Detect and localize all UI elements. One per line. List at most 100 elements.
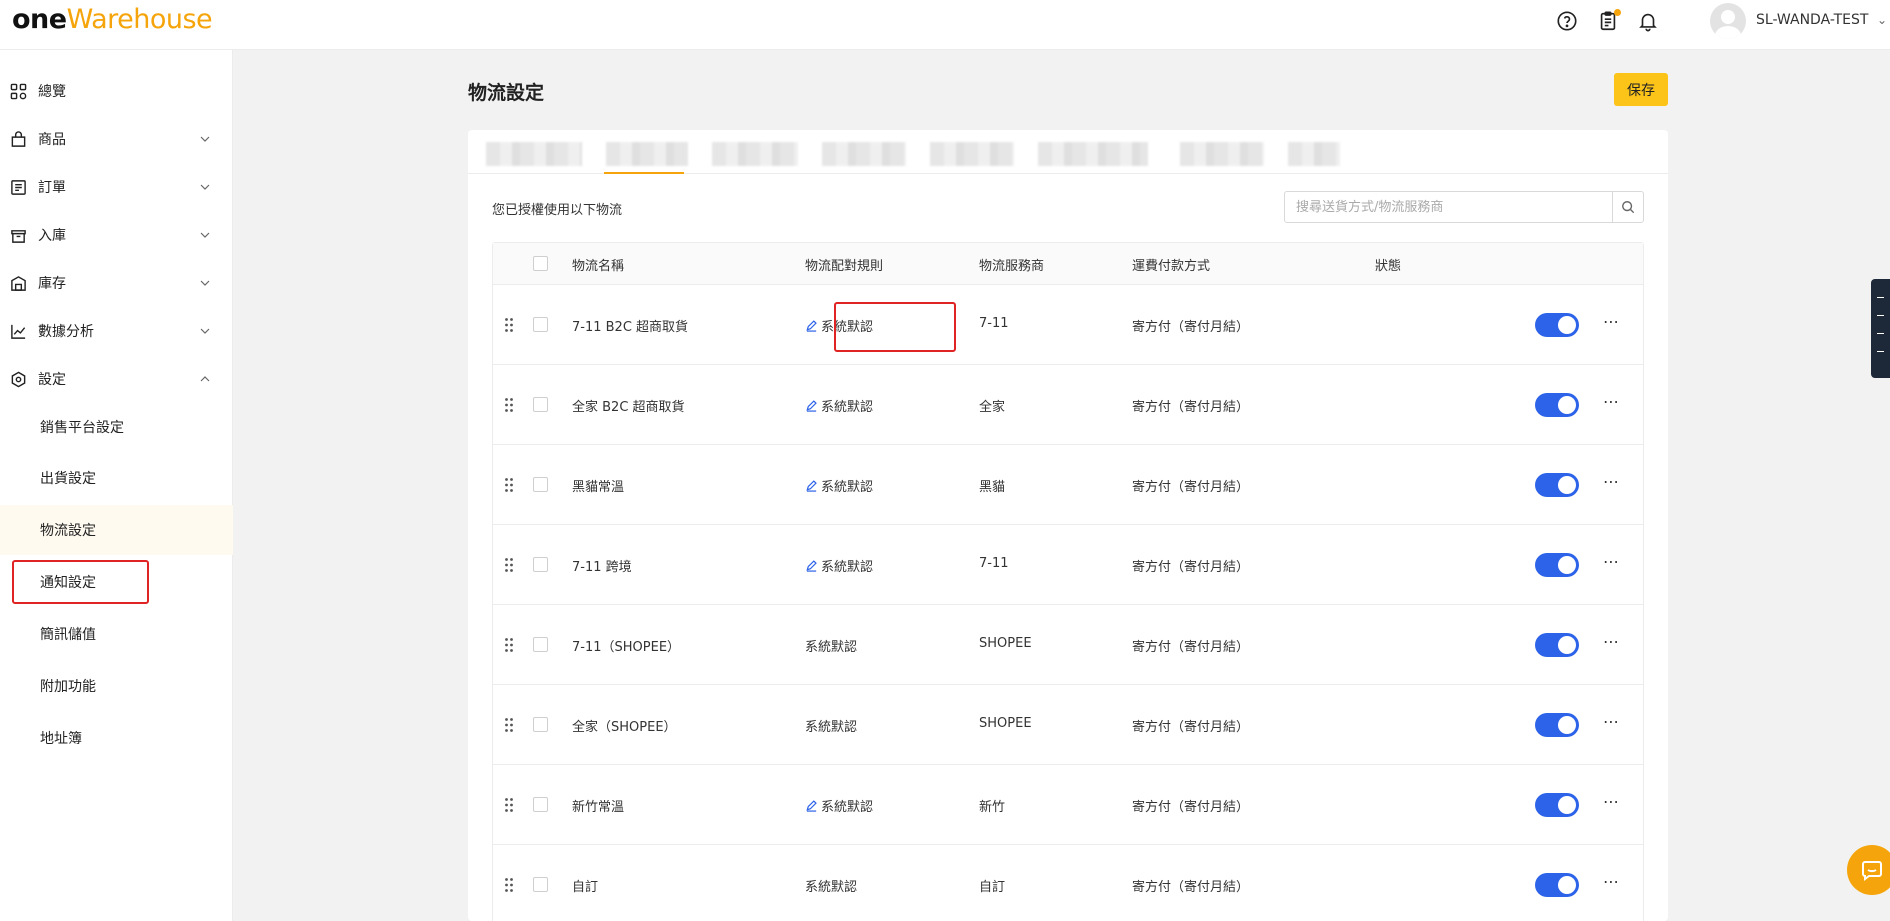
- logo-warehouse: Warehouse: [66, 4, 213, 35]
- sidebar-subitem-shipping[interactable]: 出貨設定: [0, 453, 233, 503]
- cell-rule[interactable]: 系統默認: [805, 396, 873, 415]
- sidebar-item-label: 數據分析: [38, 324, 94, 340]
- tab-blurred[interactable]: [930, 142, 1014, 166]
- edit-icon[interactable]: [805, 479, 818, 492]
- sidebar-subitem-label: 地址簿: [40, 731, 82, 747]
- cell-name: 黑貓常溫: [572, 480, 625, 495]
- cell-rule[interactable]: 系統默認: [805, 476, 873, 495]
- row-checkbox[interactable]: [533, 877, 548, 892]
- sidebar-item-product[interactable]: 商品: [0, 115, 233, 163]
- table-row: 7-11 跨境 系統默認 7-11 寄方付（寄付月結） ⋯: [493, 525, 1643, 605]
- status-toggle[interactable]: [1535, 393, 1579, 417]
- logo-one: one: [12, 4, 67, 35]
- drag-handle-icon[interactable]: [504, 557, 514, 573]
- edit-icon[interactable]: [805, 559, 818, 572]
- search-input[interactable]: [1285, 192, 1612, 222]
- more-icon[interactable]: ⋯: [1603, 392, 1619, 412]
- cell-rule[interactable]: 系統默認: [805, 796, 873, 815]
- row-checkbox[interactable]: [533, 637, 548, 652]
- more-icon[interactable]: ⋯: [1603, 872, 1619, 892]
- status-toggle[interactable]: [1535, 713, 1579, 737]
- row-checkbox[interactable]: [533, 317, 548, 332]
- search-box: [1284, 191, 1644, 223]
- highlight-box: [12, 560, 149, 604]
- row-checkbox[interactable]: [533, 557, 548, 572]
- tab-blurred[interactable]: [712, 142, 798, 166]
- more-icon[interactable]: ⋯: [1603, 792, 1619, 812]
- drag-handle-icon[interactable]: [504, 637, 514, 653]
- drag-handle-icon[interactable]: [504, 877, 514, 893]
- more-icon[interactable]: ⋯: [1603, 712, 1619, 732]
- sidebar-item-label: 入庫: [38, 228, 66, 244]
- tab-blurred[interactable]: [822, 142, 906, 166]
- edit-icon[interactable]: [805, 799, 818, 812]
- sidebar-subitem-addons[interactable]: 附加功能: [0, 661, 233, 711]
- status-toggle[interactable]: [1535, 473, 1579, 497]
- drag-handle-icon[interactable]: [504, 477, 514, 493]
- cell-name: 全家（SHOPEE）: [572, 720, 677, 735]
- username[interactable]: SL-WANDA-TEST: [1756, 12, 1868, 28]
- edit-icon[interactable]: [805, 399, 818, 412]
- row-checkbox[interactable]: [533, 397, 548, 412]
- row-checkbox[interactable]: [533, 717, 548, 732]
- sidebar-item-inbound[interactable]: 入庫: [0, 211, 233, 259]
- cell-payment: 寄方付（寄付月結）: [1132, 640, 1250, 655]
- more-icon[interactable]: ⋯: [1603, 632, 1619, 652]
- tab-bar: [468, 130, 1668, 174]
- col-header-payment: 運費付款方式: [1132, 259, 1211, 274]
- tab-blurred-active[interactable]: [606, 142, 688, 166]
- save-button[interactable]: 保存: [1614, 73, 1668, 106]
- sidebar-subitem-sms[interactable]: 簡訊儲值: [0, 609, 233, 659]
- cell-payment: 寄方付（寄付月結）: [1132, 320, 1250, 335]
- logo[interactable]: oneWarehouse: [12, 4, 213, 35]
- table-row: 全家 B2C 超商取貨 系統默認 全家 寄方付（寄付月結） ⋯: [493, 365, 1643, 445]
- sidebar-subitem-logistics[interactable]: 物流設定: [0, 505, 233, 555]
- edit-icon[interactable]: [805, 319, 818, 332]
- drag-handle-icon[interactable]: [504, 797, 514, 813]
- sidebar-subitem-address-book[interactable]: 地址簿: [0, 713, 233, 763]
- row-checkbox[interactable]: [533, 477, 548, 492]
- status-toggle[interactable]: [1535, 633, 1579, 657]
- sidebar-item-order[interactable]: 訂單: [0, 163, 233, 211]
- drag-handle-icon[interactable]: [504, 317, 514, 333]
- sidebar-subitem-sales-platform[interactable]: 銷售平台設定: [0, 402, 233, 452]
- drag-handle-icon[interactable]: [504, 397, 514, 413]
- table-row: 全家（SHOPEE） 系統默認 SHOPEE 寄方付（寄付月結） ⋯: [493, 685, 1643, 765]
- status-toggle[interactable]: [1535, 873, 1579, 897]
- clipboard-icon[interactable]: [1595, 8, 1621, 34]
- row-checkbox[interactable]: [533, 797, 548, 812]
- feedback-side-tab[interactable]: [1871, 279, 1890, 378]
- tab-blurred[interactable]: [486, 142, 582, 166]
- select-all-checkbox[interactable]: [533, 256, 548, 271]
- sidebar-subitem-label: 物流設定: [40, 523, 96, 539]
- tab-blurred[interactable]: [1038, 142, 1148, 166]
- cell-name: 自訂: [572, 880, 599, 895]
- settings-icon: [10, 371, 27, 388]
- cell-rule: 系統默認: [805, 876, 857, 895]
- sidebar-item-inventory[interactable]: 庫存: [0, 259, 233, 307]
- cell-rule[interactable]: 系統默認: [805, 556, 873, 575]
- sidebar-subitem-label: 簡訊儲值: [40, 627, 96, 643]
- drag-handle-icon[interactable]: [504, 717, 514, 733]
- status-toggle[interactable]: [1535, 793, 1579, 817]
- more-icon[interactable]: ⋯: [1603, 552, 1619, 572]
- sidebar-item-overview[interactable]: 總覽: [0, 67, 233, 115]
- search-button[interactable]: [1612, 192, 1643, 222]
- more-icon[interactable]: ⋯: [1603, 472, 1619, 492]
- bell-icon[interactable]: [1635, 8, 1661, 34]
- logistics-card: 您已授權使用以下物流 物流名稱 物流配對規則 物流服務商 運費付款方式 狀態 7…: [468, 130, 1668, 921]
- col-header-status: 狀態: [1375, 259, 1402, 274]
- sidebar-item-analytics[interactable]: 數據分析: [0, 307, 233, 355]
- help-icon[interactable]: [1554, 8, 1580, 34]
- tab-blurred[interactable]: [1288, 142, 1340, 166]
- status-toggle[interactable]: [1535, 553, 1579, 577]
- sidebar-item-settings[interactable]: 設定: [0, 355, 233, 403]
- sidebar-item-label: 設定: [38, 372, 66, 388]
- status-toggle[interactable]: [1535, 313, 1579, 337]
- more-icon[interactable]: ⋯: [1603, 312, 1619, 332]
- chevron-down-icon[interactable]: ⌄: [1877, 13, 1887, 27]
- avatar[interactable]: [1710, 3, 1746, 39]
- tab-blurred[interactable]: [1180, 142, 1264, 166]
- table-row: 7-11（SHOPEE） 系統默認 SHOPEE 寄方付（寄付月結） ⋯: [493, 605, 1643, 685]
- chat-button[interactable]: [1847, 845, 1890, 895]
